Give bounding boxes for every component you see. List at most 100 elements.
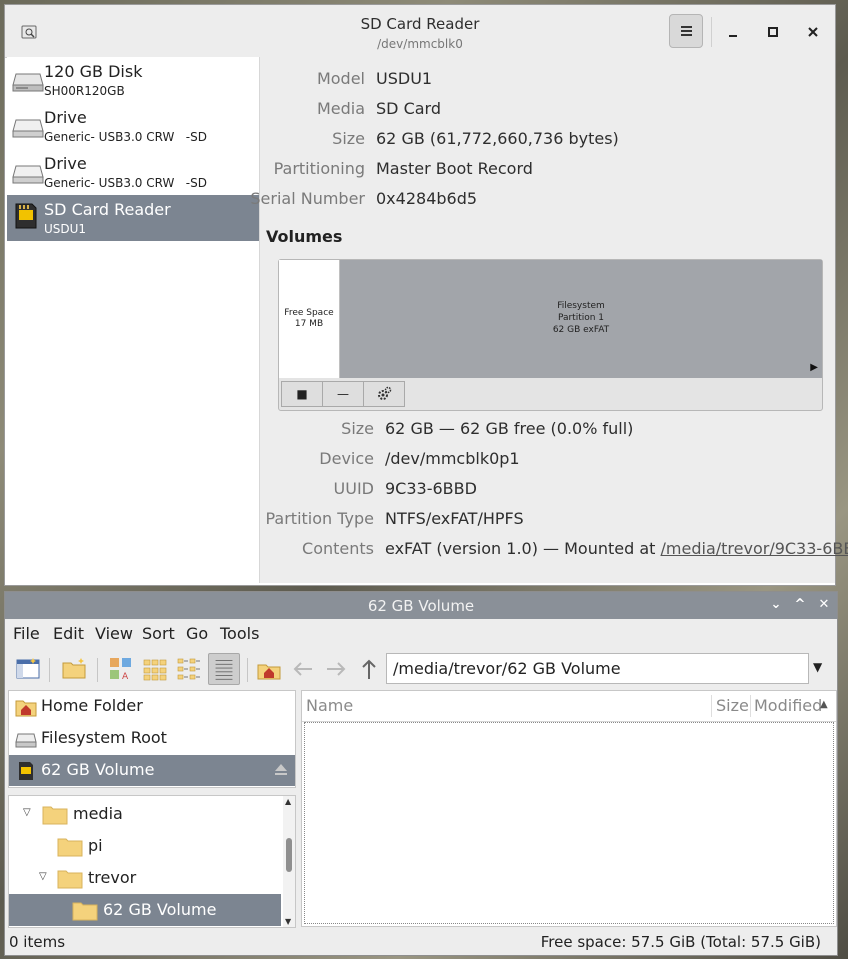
tree-node-media[interactable]: ▽ media (9, 798, 281, 830)
column-header-size[interactable]: Size (716, 696, 749, 715)
partition-label: Filesystem (557, 301, 605, 311)
new-window-icon[interactable] (15, 656, 41, 682)
thumbnail-view-icon[interactable] (142, 656, 168, 682)
menu-edit[interactable]: Edit (53, 624, 84, 643)
chevron-down-icon: ⌄ (770, 597, 782, 612)
device-subtitle: SH00R120GB (44, 84, 125, 98)
drive-icon (15, 733, 37, 748)
forward-arrow-icon[interactable] (323, 656, 349, 682)
scrollbar-thumb[interactable] (286, 838, 292, 872)
detail-label: UUID (333, 479, 374, 498)
detail-value: /dev/mmcblk0p1 (385, 449, 520, 468)
path-input[interactable] (386, 653, 809, 684)
disks-titlebar[interactable]: SD Card Reader /dev/mmcblk0 (5, 5, 835, 58)
up-arrow-icon[interactable] (356, 656, 382, 682)
tree-node-pi[interactable]: pi (9, 830, 281, 862)
minimize-button[interactable] (721, 20, 745, 44)
device-details-panel: Model USDU1 Media SD Card Size 62 GB (61… (250, 57, 848, 583)
scroll-down-icon[interactable]: ▼ (285, 917, 291, 926)
contents-value: exFAT (version 1.0) — Mounted at /media/… (385, 539, 848, 558)
partition-size: 62 GB exFAT (552, 325, 610, 335)
home-icon[interactable] (256, 656, 282, 682)
compact-view-icon[interactable] (176, 656, 202, 682)
places-panel: Home Folder Filesystem Root 62 GB Volume (8, 690, 296, 788)
place-62gb-volume[interactable]: 62 GB Volume (9, 755, 295, 786)
menu-view[interactable]: View (95, 624, 133, 643)
chevron-down-icon: ▼ (813, 660, 823, 674)
back-arrow-icon[interactable] (290, 656, 316, 682)
file-manager-window: 62 GB Volume ⌄ ^ ✕ File Edit View Sort G… (4, 591, 838, 956)
device-item-120gb-disk[interactable]: 120 GB Disk SH00R120GB (7, 57, 259, 103)
detail-value: SD Card (376, 99, 441, 118)
device-name: 120 GB Disk (44, 62, 143, 81)
tree-label: media (73, 804, 123, 823)
device-item-drive-1[interactable]: Drive Generic- USB3.0 CRW -SD (7, 103, 259, 149)
folder-icon (42, 806, 68, 825)
maximize-button[interactable] (761, 20, 785, 44)
volume-free-space[interactable]: Free Space 17 MB (279, 260, 340, 378)
gears-icon (378, 386, 392, 400)
folder-icon (72, 902, 98, 921)
tree-node-trevor[interactable]: ▽ trevor (9, 862, 281, 894)
detail-value: 62 GB (61,772,660,736 bytes) (376, 129, 619, 148)
detail-label: Partition Type (265, 509, 374, 528)
fm-maximize-button[interactable]: ^ (790, 595, 810, 615)
device-list: 120 GB Disk SH00R120GB Drive Generic- US… (7, 57, 260, 583)
detail-label: Media (316, 99, 365, 118)
tree-scrollbar[interactable]: ▲ ▼ (283, 796, 295, 927)
contents-text: exFAT (version 1.0) — Mounted at (385, 539, 661, 558)
mount-point-link[interactable]: /media/trevor/9C33-6BBD (661, 539, 848, 558)
volume-partition-1[interactable]: Filesystem Partition 1 62 GB exFAT ▶ (340, 260, 822, 378)
unmount-button[interactable]: ■ (281, 381, 323, 407)
place-filesystem-root[interactable]: Filesystem Root (9, 723, 295, 754)
column-header-modified[interactable]: Modified (754, 696, 822, 715)
device-name: Drive (44, 154, 87, 173)
chevron-up-icon: ^ (794, 597, 806, 612)
hamburger-menu-button[interactable] (669, 14, 703, 48)
tree-node-62gb-volume[interactable]: 62 GB Volume (9, 894, 281, 926)
file-list-body[interactable] (304, 722, 834, 924)
device-subtitle: Generic- USB3.0 CRW -SD (44, 130, 207, 144)
device-item-sd-card-reader[interactable]: SD Card Reader USDU1 (7, 195, 259, 241)
hamburger-icon (681, 26, 692, 28)
close-button[interactable] (801, 20, 825, 44)
place-home-folder[interactable]: Home Folder (9, 691, 295, 722)
close-icon: ✕ (818, 597, 830, 612)
path-history-dropdown[interactable]: ▼ (813, 660, 822, 674)
stop-icon: ■ (296, 387, 308, 401)
expander-expanded-icon[interactable]: ▽ (39, 871, 47, 882)
fm-close-button[interactable]: ✕ (814, 595, 834, 615)
detail-value: NTFS/exFAT/HPFS (385, 509, 524, 528)
tree-label: trevor (88, 868, 137, 887)
eject-icon[interactable] (273, 761, 289, 777)
close-icon (808, 27, 818, 37)
column-header-name[interactable]: Name (306, 696, 353, 715)
file-list-header: Name Size Modified ▲ (302, 691, 836, 722)
detailed-list-view-icon[interactable] (208, 653, 240, 685)
menu-file[interactable]: File (13, 624, 40, 643)
device-subtitle: Generic- USB3.0 CRW -SD (44, 176, 207, 190)
expander-expanded-icon[interactable]: ▽ (23, 807, 31, 818)
fm-menubar: File Edit View Sort Go Tools (5, 620, 837, 648)
partition-options-button[interactable] (363, 381, 405, 407)
scroll-up-icon[interactable]: ▲ (285, 797, 291, 806)
icon-view-icon[interactable]: A (108, 656, 134, 682)
home-icon (15, 700, 37, 717)
menu-tools[interactable]: Tools (220, 624, 259, 643)
free-space-label: Free Space (284, 308, 334, 318)
directory-tree: ▽ media pi ▽ trevor 62 GB Volume ▲ ▼ (8, 795, 296, 928)
volume-map: Free Space 17 MB Filesystem Partition 1 … (278, 259, 823, 411)
place-label: 62 GB Volume (41, 760, 155, 779)
volumes-heading: Volumes (266, 227, 343, 246)
detail-label: Device (319, 449, 374, 468)
menu-sort[interactable]: Sort (142, 624, 175, 643)
device-item-drive-2[interactable]: Drive Generic- USB3.0 CRW -SD (7, 149, 259, 195)
fm-titlebar[interactable]: 62 GB Volume ⌄ ^ ✕ (5, 592, 837, 619)
tree-label: 62 GB Volume (103, 900, 217, 919)
sd-card-icon (15, 203, 37, 229)
disks-window: SD Card Reader /dev/mmcblk0 120 GB Disk … (4, 4, 848, 586)
delete-partition-button[interactable]: — (322, 381, 364, 407)
new-folder-icon[interactable] (61, 656, 87, 682)
menu-go[interactable]: Go (186, 624, 208, 643)
fm-minimize-button[interactable]: ⌄ (766, 595, 786, 615)
